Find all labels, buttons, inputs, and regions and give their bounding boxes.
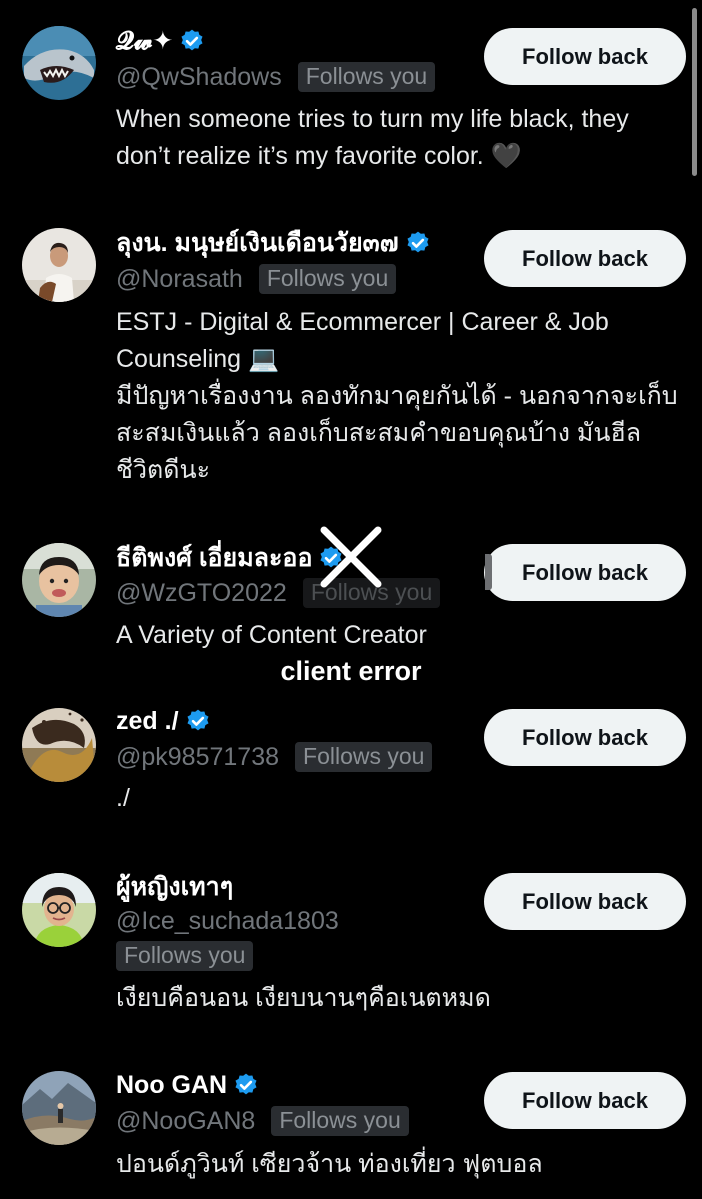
verified-badge-icon xyxy=(318,545,344,571)
follow-back-button[interactable]: Follow back xyxy=(484,28,686,85)
user-handle: @QwShadows xyxy=(116,62,282,91)
user-handle: @WzGTO2022 xyxy=(116,578,287,607)
verified-badge-icon xyxy=(405,230,431,256)
display-name[interactable]: ผู้หญิงเทาๆ xyxy=(116,867,233,907)
user-cell[interactable]: ลุงน. มนุษย์เงินเดือนวัย๓๗ @Norasath Fol… xyxy=(0,200,702,510)
user-handle: @Ice_suchada1803 xyxy=(116,906,339,935)
user-bio: A Variety of Content Creator xyxy=(116,621,427,649)
mountain-photo-avatar[interactable] xyxy=(22,1071,96,1145)
user-handle: @pk98571738 xyxy=(116,742,280,771)
abstract-art-avatar[interactable] xyxy=(22,708,96,782)
user-bio: ESTJ - Digital & Ecommercer | Career & J… xyxy=(116,304,681,489)
follows-you-badge: Follows you xyxy=(302,578,441,608)
follow-back-button[interactable]: Follow back xyxy=(484,230,686,287)
user-cell[interactable]: 𝓠𝔀✦ @QwShadows Follows you When someone … xyxy=(0,0,702,200)
bio-line: ESTJ - Digital & Ecommercer | Career & J… xyxy=(116,308,609,373)
woman-glasses-avatar[interactable] xyxy=(22,873,96,947)
follow-back-button[interactable]: Follow back xyxy=(484,544,686,601)
shark-avatar[interactable] xyxy=(22,26,96,100)
display-name[interactable]: ลุงน. มนุษย์เงินเดือนวัย๓๗ xyxy=(116,223,399,263)
child-photo-avatar[interactable] xyxy=(22,543,96,617)
display-name[interactable]: 𝓠𝔀✦ xyxy=(116,26,173,56)
user-bio: When someone tries to turn my life black… xyxy=(116,105,629,170)
man-portrait-avatar[interactable] xyxy=(22,228,96,302)
follows-you-badge: Follows you xyxy=(295,742,433,772)
display-name[interactable]: zed ./ xyxy=(116,707,179,736)
loading-indicator xyxy=(485,554,492,590)
follows-you-badge: Follows you xyxy=(297,62,436,92)
user-bio: เงียบคือนอน เงียบนานๆคือเนตหมด xyxy=(116,984,491,1012)
follow-back-button[interactable]: Follow back xyxy=(484,1072,686,1129)
user-bio: ./ xyxy=(116,784,130,812)
user-cell[interactable]: Noo GAN @NooGAN8 Follows you ปอนด์ภูวินท… xyxy=(0,1060,702,1199)
user-bio: ปอนด์ภูวินท์ เซียวจ้าน ท่องเที่ยว ฟุตบอล xyxy=(116,1150,543,1178)
bio-line: มีปัญหาเรื่องงาน ลองทักมาคุยกันได้ - นอก… xyxy=(116,382,678,484)
verified-badge-icon xyxy=(185,708,211,734)
verified-badge-icon xyxy=(179,28,205,54)
display-name[interactable]: ธีติพงศ์ เอี่ยมละออ xyxy=(116,538,312,578)
display-name[interactable]: Noo GAN xyxy=(116,1071,227,1100)
verified-badge-icon xyxy=(233,1072,259,1098)
follows-you-badge: Follows you xyxy=(258,264,397,294)
follow-back-button[interactable]: Follow back xyxy=(484,709,686,766)
follows-you-badge: Follows you xyxy=(271,1106,409,1136)
user-cell[interactable]: ผู้หญิงเทาๆ @Ice_suchada1803 Follows you… xyxy=(0,850,702,1060)
follows-you-badge: Follows you xyxy=(116,941,254,971)
follow-back-button[interactable]: Follow back xyxy=(484,873,686,930)
user-handle: @Norasath xyxy=(116,264,243,293)
user-handle: @NooGAN8 xyxy=(116,1106,256,1135)
user-cell[interactable]: zed ./ @pk98571738 Follows you ./ Follow… xyxy=(0,690,702,850)
user-cell[interactable]: ธีติพงศ์ เอี่ยมละออ @WzGTO2022 Follows y… xyxy=(0,510,702,690)
